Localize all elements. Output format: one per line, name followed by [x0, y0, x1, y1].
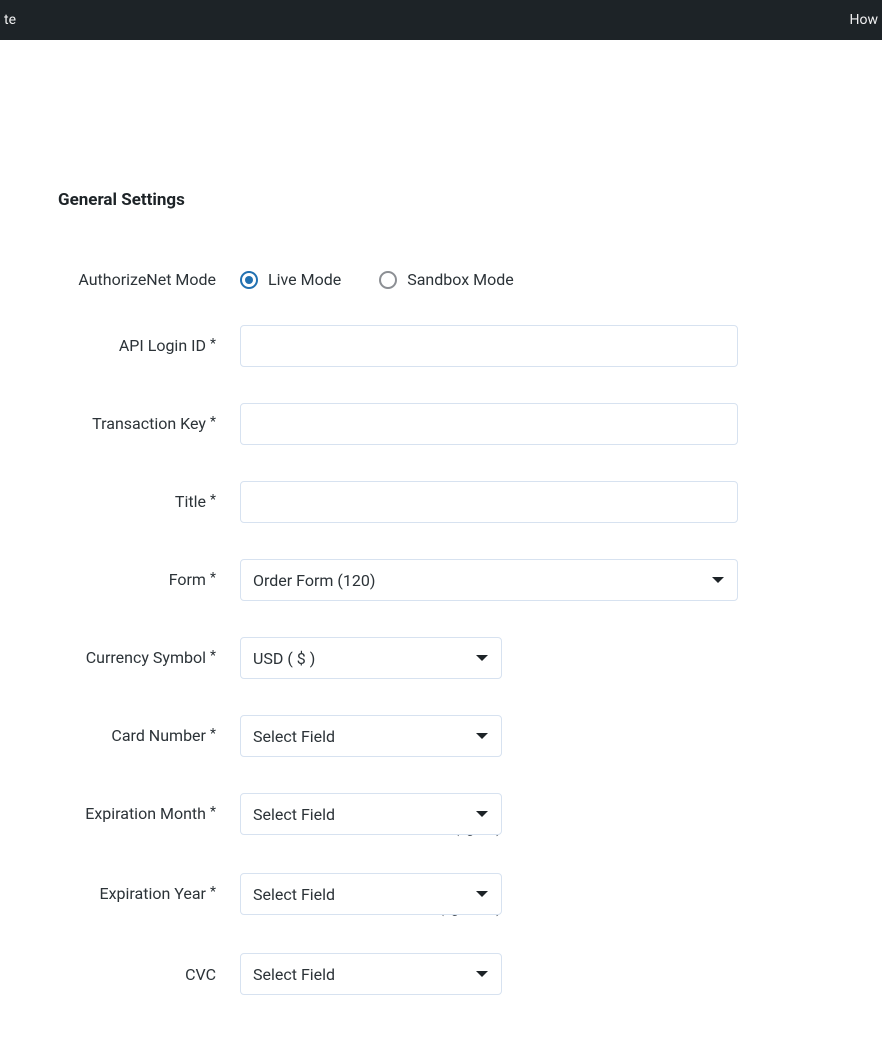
label-title-text: Title	[175, 492, 206, 511]
label-expiration-year: Expiration Year *	[40, 884, 240, 904]
required-mark: *	[210, 884, 216, 900]
radio-sandbox-label: Sandbox Mode	[407, 270, 514, 289]
label-transaction-key: Transaction Key*	[40, 414, 240, 434]
label-currency-symbol-text: Currency Symbol	[86, 648, 206, 667]
radio-live-label: Live Mode	[268, 270, 341, 289]
form-select[interactable]: Order Form (120)	[240, 559, 738, 601]
api-login-id-input[interactable]	[240, 325, 738, 367]
row-expiration-year: Expiration Year * Select Field	[40, 873, 842, 915]
label-card-number-text: Card Number	[111, 726, 206, 745]
expiration-month-select-wrapper: Select Field	[240, 793, 502, 835]
card-number-select[interactable]: Select Field	[240, 715, 502, 757]
row-currency-symbol: Currency Symbol* USD ( $ )	[40, 637, 842, 679]
radio-live-mode[interactable]: Live Mode	[240, 270, 341, 289]
row-cvc: CVC Select Field	[40, 953, 842, 995]
form-select-value: Order Form (120)	[253, 571, 375, 590]
radio-dot-icon	[240, 271, 258, 289]
section-title: General Settings	[58, 190, 842, 210]
expiration-year-select[interactable]: Select Field	[240, 873, 502, 915]
required-mark: *	[210, 648, 216, 664]
row-card-number: Card Number* Select Field	[40, 715, 842, 757]
settings-panel: General Settings AuthorizeNet Mode Live …	[0, 40, 882, 1061]
row-form: Form* Order Form (120)	[40, 559, 842, 601]
row-transaction-key: Transaction Key*	[40, 403, 842, 445]
required-mark: *	[210, 804, 216, 820]
cvc-select-wrapper: Select Field	[240, 953, 502, 995]
label-title: Title*	[40, 492, 240, 512]
card-number-select-value: Select Field	[253, 727, 335, 746]
mode-radio-group: Live Mode Sandbox Mode	[240, 270, 514, 289]
label-currency-symbol: Currency Symbol*	[40, 648, 240, 668]
topbar-left-fragment: te	[4, 12, 16, 28]
required-mark: *	[210, 492, 216, 508]
form-select-wrapper: Order Form (120)	[240, 559, 738, 601]
expiration-year-select-value: Select Field	[253, 885, 335, 904]
cvc-select-value: Select Field	[253, 965, 335, 984]
admin-topbar: te How	[0, 0, 882, 40]
row-expiration-month: Expiration Month* Select Field	[40, 793, 842, 835]
transaction-key-input[interactable]	[240, 403, 738, 445]
row-api-login-id: API Login ID*	[40, 325, 842, 367]
required-mark: *	[210, 570, 216, 586]
label-transaction-key-text: Transaction Key	[92, 414, 206, 433]
label-authorizenet-mode-text: AuthorizeNet Mode	[78, 270, 216, 289]
label-expiration-month-text: Expiration Month	[85, 804, 206, 823]
expiration-year-select-wrapper: Select Field	[240, 873, 502, 915]
label-form-text: Form	[169, 570, 206, 589]
label-cvc: CVC	[40, 965, 240, 984]
currency-symbol-select[interactable]: USD ( $ )	[240, 637, 502, 679]
expiration-month-select[interactable]: Select Field	[240, 793, 502, 835]
currency-select-wrapper: USD ( $ )	[240, 637, 502, 679]
required-mark: *	[210, 336, 216, 352]
label-form: Form*	[40, 570, 240, 590]
label-card-number: Card Number*	[40, 726, 240, 746]
card-number-select-wrapper: Select Field	[240, 715, 502, 757]
label-expiration-year-text: Expiration Year	[99, 884, 205, 903]
label-expiration-month: Expiration Month*	[40, 804, 240, 824]
label-api-login-id: API Login ID*	[40, 336, 240, 356]
cvc-select[interactable]: Select Field	[240, 953, 502, 995]
radio-circle-icon	[379, 271, 397, 289]
currency-select-value: USD ( $ )	[253, 649, 315, 668]
required-mark: *	[210, 414, 216, 430]
radio-sandbox-mode[interactable]: Sandbox Mode	[379, 270, 514, 289]
topbar-right-fragment: How	[850, 12, 879, 28]
label-api-login-id-text: API Login ID	[119, 336, 206, 355]
title-input[interactable]	[240, 481, 738, 523]
row-authorizenet-mode: AuthorizeNet Mode Live Mode Sandbox Mode	[40, 270, 842, 289]
label-authorizenet-mode: AuthorizeNet Mode	[40, 270, 240, 289]
label-cvc-text: CVC	[185, 965, 216, 984]
required-mark: *	[210, 726, 216, 742]
expiration-month-select-value: Select Field	[253, 805, 335, 824]
row-title: Title*	[40, 481, 842, 523]
